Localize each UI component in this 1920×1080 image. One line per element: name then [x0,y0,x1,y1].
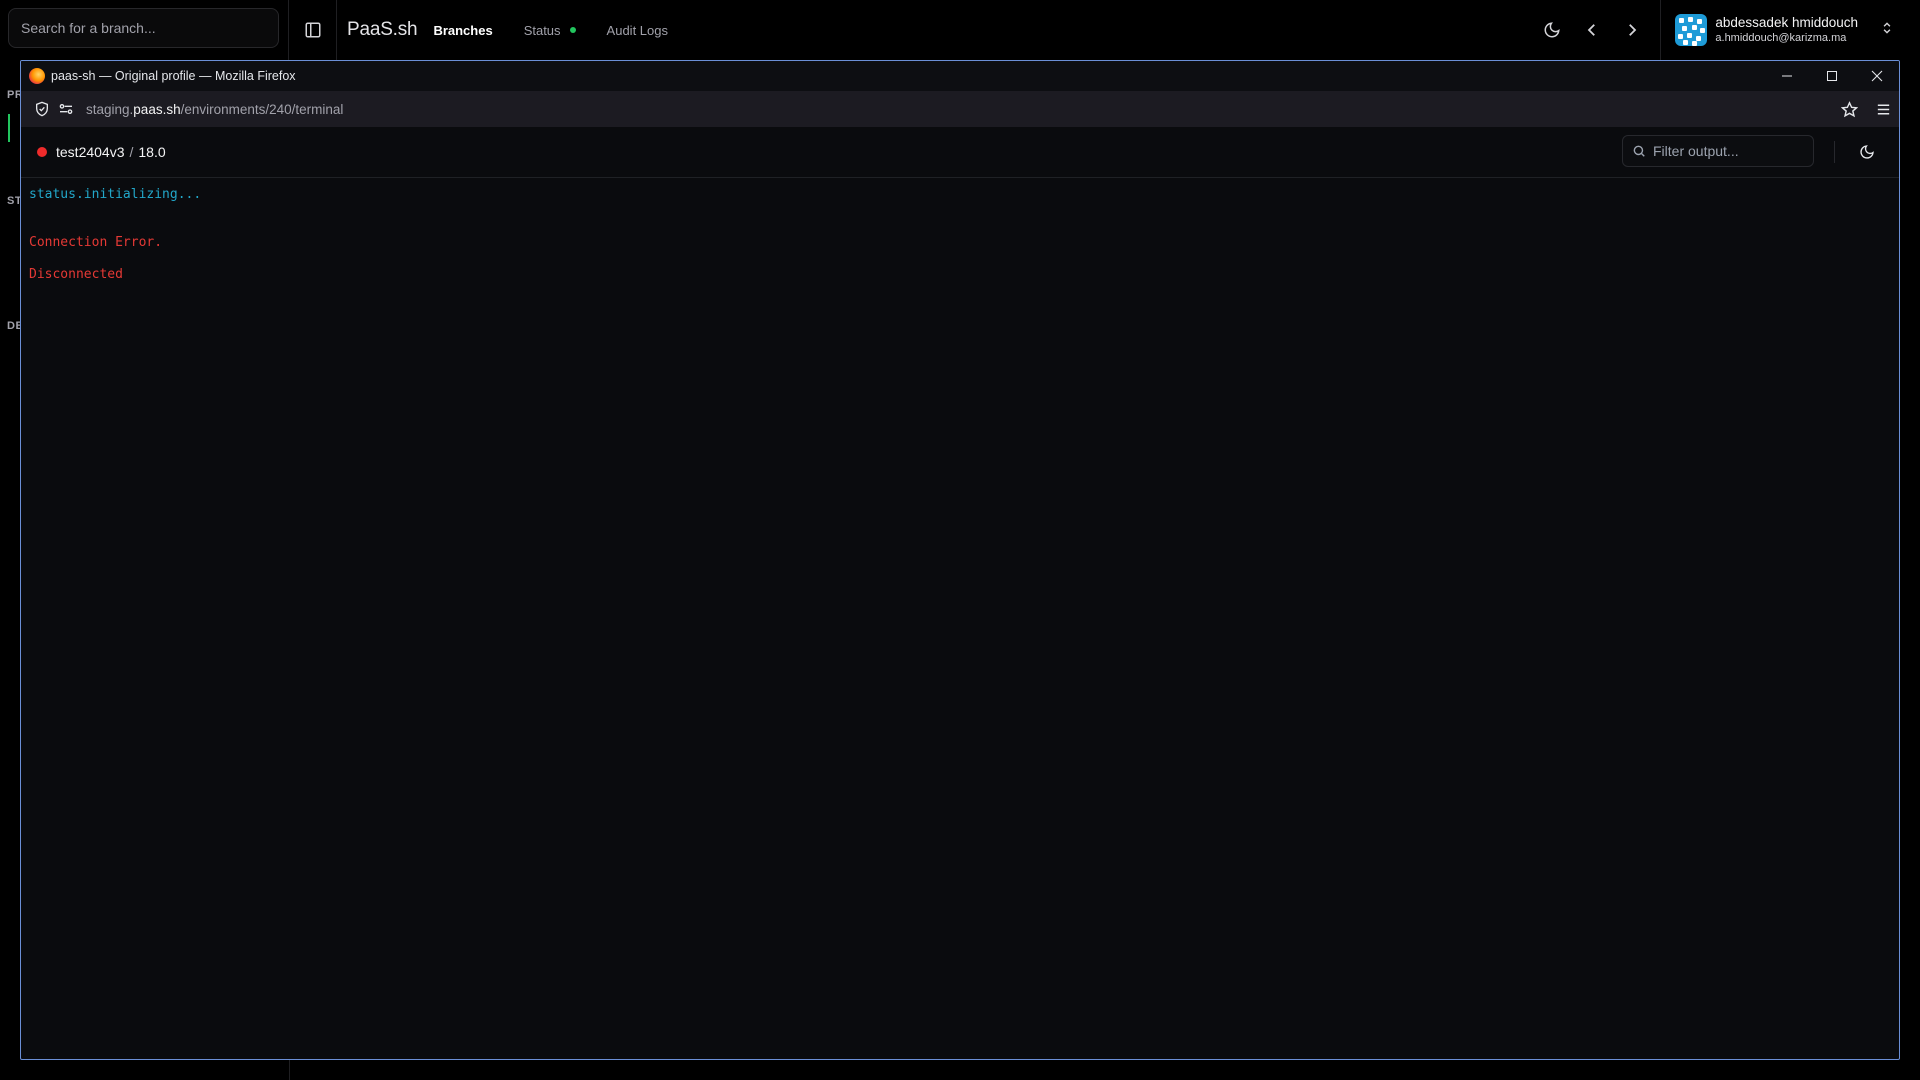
environment-name: test2404v3 [56,144,125,160]
terminal-theme-toggle-button[interactable] [1857,142,1877,162]
maximize-button[interactable] [1809,61,1854,91]
topbar-actions: abdessadek hmiddouch a.hmiddouch@karizma… [1532,0,1920,60]
close-button[interactable] [1854,61,1899,91]
topbar-divider [1660,0,1662,60]
address-bar[interactable]: staging.paas.sh/environments/240/termina… [21,91,1899,127]
moon-icon [1860,145,1874,159]
search-icon [1633,145,1645,157]
url-prefix: staging. [86,101,134,117]
environment-status-dot [37,147,47,157]
window-titlebar[interactable]: paas-sh — Original profile — Mozilla Fir… [21,61,1899,91]
url-host: paas.sh [133,101,181,117]
chevron-right-icon [1629,24,1637,36]
branch-search-input[interactable] [8,8,279,48]
close-icon [1871,70,1882,82]
header-divider [1834,141,1835,163]
forward-button[interactable] [1612,10,1652,50]
panel-left-icon [305,22,320,38]
main-nav: Branches Status Audit Logs [433,23,668,38]
hamburger-menu-icon[interactable] [1873,99,1893,119]
bookmark-star-icon[interactable] [1839,99,1859,119]
minimize-icon [1781,75,1792,77]
url-path: /environments/240/terminal [180,101,344,117]
breadcrumb-separator: / [129,144,134,160]
app-topbar: PaaS.sh Branches Status Audit Logs abdes… [289,0,1920,60]
firefox-window: paas-sh — Original profile — Mozilla Fir… [20,60,1900,1060]
bottom-strip [0,1060,1920,1080]
site-permissions-icon[interactable] [56,99,76,119]
status-indicator-dot [569,27,576,33]
window-controls [1764,61,1899,91]
filter-output-field[interactable] [1622,135,1814,167]
user-email: a.hmiddouch@karizma.ma [1715,31,1847,44]
brand-name[interactable]: PaaS.sh [347,19,418,41]
filter-output-input[interactable] [1653,143,1803,159]
window-title: paas-sh — Original profile — Mozilla Fir… [51,69,296,83]
sidebar-active-indicator [8,114,10,142]
theme-toggle-button[interactable] [1532,10,1572,50]
minimize-button[interactable] [1764,61,1809,91]
back-button[interactable] [1572,10,1612,50]
url-text[interactable]: staging.paas.sh/environments/240/termina… [86,102,343,117]
user-name: abdessadek hmiddouch [1715,15,1858,31]
address-bar-actions [1839,91,1893,127]
terminal-output[interactable]: status.initializing... Connection Error.… [21,178,1899,291]
chevron-left-icon [1588,24,1596,36]
moon-icon [1544,22,1561,38]
nav-audit-logs[interactable]: Audit Logs [607,23,668,38]
shield-icon[interactable] [32,99,52,119]
nav-branches[interactable]: Branches [433,23,492,38]
terminal-line-status: status.initializing... [29,187,202,202]
maximize-icon [1826,71,1837,81]
firefox-logo-icon [29,68,45,84]
chevrons-up-down-icon [1880,21,1894,40]
nav-status-label: Status [523,22,561,38]
nav-status[interactable]: Status [524,23,576,38]
user-menu[interactable]: abdessadek hmiddouch a.hmiddouch@karizma… [1675,14,1894,46]
environment-version: 18.0 [138,144,166,160]
terminal-line-disconnected: Disconnected [29,267,123,282]
terminal-line-error: Connection Error. [29,235,163,250]
sidebar-toggle-button[interactable] [289,0,337,60]
terminal-header: test2404v3 / 18.0 [21,127,1899,178]
avatar [1675,14,1708,46]
